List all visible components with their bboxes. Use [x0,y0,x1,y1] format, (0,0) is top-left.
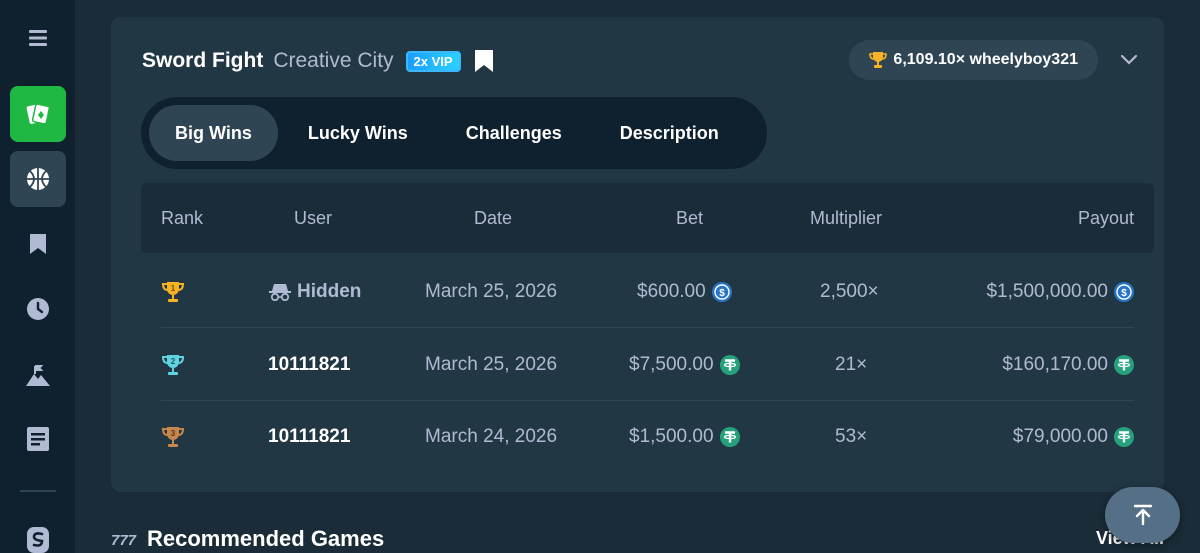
svg-text:3: 3 [171,429,176,438]
sidebar-recent[interactable] [10,289,66,329]
record-text: 6,109.10× wheelyboy321 [893,51,1078,68]
payout-cell: $79,000.00 [1013,401,1134,473]
game-title-row: Sword Fight Creative City 2x VIP [142,47,495,75]
sidebar-challenges[interactable] [10,355,66,395]
sports-button[interactable] [10,151,66,207]
header-date: Date [474,207,513,228]
date-cell: March 25, 2026 [425,281,558,302]
bookmark-icon [30,234,46,254]
bet-cell: $1,500.00 [629,401,740,473]
game-provider[interactable]: Creative City [273,49,393,73]
date-cell: March 25, 2026 [425,354,558,375]
sidebar [0,0,75,553]
date-cell: March 24, 2026 [425,426,558,447]
favourite-button[interactable] [473,49,495,73]
multiplier-cell: 53× [835,426,868,447]
header-bet: Bet [676,207,704,228]
silver-trophy-icon: 2 [161,355,185,375]
slots-777-icon: 777 [111,532,137,548]
incognito-icon [269,284,291,301]
payout-amount: $79,000.00 [1012,426,1108,447]
usdt-icon [719,355,740,375]
tab-big-wins[interactable]: Big Wins [149,105,278,161]
multiplier-cell: 21× [835,354,868,375]
recommended-header: 777 Recommended Games [111,526,384,552]
payout-cell: $160,170.00 [1002,329,1134,401]
payout-amount: $160,170.00 [1002,354,1108,375]
sidebar-news[interactable] [10,419,66,459]
user-name: Hidden [297,281,362,302]
usdt-icon [1114,427,1134,447]
sports-ball-icon [27,168,49,190]
vip-badge: 2x VIP [405,50,461,72]
game-info-card: Sword Fight Creative City 2x VIP 6,109.1… [111,17,1164,492]
scroll-to-top-button[interactable] [1105,487,1180,543]
tab-description[interactable]: Description [591,105,744,161]
stake-logo-icon [27,527,49,553]
clock-icon [27,298,49,320]
user-cell[interactable]: Hidden [269,256,361,328]
rank-cell: 1 [161,256,185,328]
sidebar-stake[interactable] [10,520,66,553]
tab-lucky-wins[interactable]: Lucky Wins [278,105,437,161]
table-header: Rank User Date Bet Multiplier Payout [141,183,1154,253]
bet-cell: $600.00 $ [637,256,732,328]
rank-cell: 3 [161,401,185,473]
user-cell[interactable]: 10111821 [268,401,350,473]
bet-amount: $1,500.00 [629,426,714,447]
svg-text:1: 1 [171,284,176,293]
bet-cell: $7,500.00 [629,329,740,401]
bronze-trophy-icon: 3 [161,427,185,447]
gold-trophy-icon: 1 [161,282,185,302]
table-row[interactable]: 1 Hidden March 25, 2026 $600.00 $ 2,500×… [141,256,1154,328]
bookmark-icon [474,50,493,72]
sidebar-favourites[interactable] [10,224,66,264]
tab-bar: Big Wins Lucky Wins Challenges Descripti… [141,97,767,169]
header-payout: Payout [1077,207,1134,228]
svg-text:$: $ [1121,288,1127,299]
usdc-icon: $ [1114,282,1134,302]
sidebar-divider [20,490,56,492]
usdt-icon [1114,355,1134,375]
table-row[interactable]: 2 10111821 March 25, 2026 $7,500.00 21× … [141,329,1154,401]
tab-challenges[interactable]: Challenges [437,105,591,161]
payout-cell: $1,500,000.00 $ [986,256,1134,328]
svg-text:777: 777 [111,532,137,548]
chevron-down-icon [1121,55,1137,65]
collapse-toggle[interactable] [1118,49,1140,71]
news-icon [27,427,49,451]
usdt-icon [719,427,740,447]
menu-icon [29,30,47,46]
recommended-title: Recommended Games [147,526,385,551]
usdc-icon: $ [711,282,732,302]
casino-button[interactable] [10,86,66,142]
user-cell[interactable]: 10111821 [268,329,350,401]
table-row[interactable]: 3 10111821 March 24, 2026 $1,500.00 53× … [141,401,1154,473]
menu-button[interactable] [10,10,66,66]
trophy-icon [869,52,888,68]
payout-amount: $1,500,000.00 [986,281,1108,302]
record-holder-pill[interactable]: 6,109.10× wheelyboy321 [849,40,1098,80]
header-multiplier: Multiplier [810,207,883,228]
challenge-mountain-icon [26,365,50,386]
bet-amount: $600.00 [637,281,706,302]
game-name[interactable]: Sword Fight [142,49,263,73]
multiplier-cell: 2,500× [820,281,879,302]
svg-text:$: $ [719,288,725,299]
svg-text:2: 2 [171,357,176,366]
bet-amount: $7,500.00 [629,354,714,375]
arrow-up-to-top-icon [1133,504,1152,526]
header-user: User [294,207,333,228]
casino-cards-icon [26,103,51,125]
header-rank: Rank [161,207,204,228]
row-divider [161,327,1134,328]
rank-cell: 2 [161,329,185,401]
